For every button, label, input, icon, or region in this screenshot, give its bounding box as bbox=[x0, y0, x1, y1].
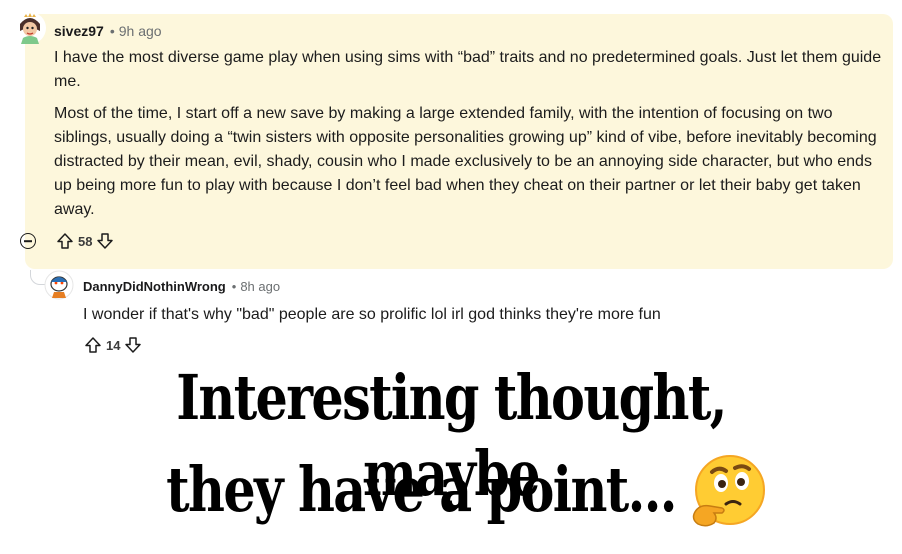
arrow-up-icon bbox=[57, 233, 73, 249]
downvote-button[interactable] bbox=[96, 232, 114, 250]
comment-paragraph: Most of the time, I start off a new save… bbox=[54, 105, 877, 218]
comment-meta: sivez97 • 9h ago bbox=[54, 22, 162, 40]
username[interactable]: DannyDidNothinWrong bbox=[83, 279, 226, 294]
timestamp[interactable]: 9h ago bbox=[119, 23, 162, 39]
username[interactable]: sivez97 bbox=[54, 23, 104, 39]
timestamp[interactable]: 8h ago bbox=[240, 279, 280, 294]
upvote-button[interactable] bbox=[84, 336, 102, 354]
upvote-button[interactable] bbox=[56, 232, 74, 250]
arrow-up-icon bbox=[85, 337, 101, 353]
comment-body: I have the most diverse game play when u… bbox=[54, 46, 884, 230]
arrow-down-icon bbox=[97, 233, 114, 249]
minus-circle-icon[interactable] bbox=[20, 233, 36, 249]
comment-meta: DannyDidNothinWrong • 8h ago bbox=[83, 278, 280, 295]
separator-dot: • bbox=[231, 279, 237, 294]
reply-body: I wonder if that's why "bad" people are … bbox=[83, 306, 661, 323]
comment-actions: 58 bbox=[20, 230, 114, 252]
thinking-face-icon bbox=[688, 452, 768, 532]
user-avatar[interactable] bbox=[44, 270, 74, 300]
comment-actions: 14 bbox=[84, 334, 142, 356]
caption-line-2: they have a point... bbox=[166, 453, 677, 526]
separator-dot: • bbox=[109, 23, 115, 39]
comment-paragraph: I have the most diverse game play when u… bbox=[54, 49, 882, 90]
arrow-down-icon bbox=[125, 337, 142, 353]
vote-count: 58 bbox=[78, 233, 93, 249]
user-avatar[interactable] bbox=[13, 11, 47, 45]
downvote-button[interactable] bbox=[124, 336, 142, 354]
vote-count: 14 bbox=[106, 337, 121, 353]
